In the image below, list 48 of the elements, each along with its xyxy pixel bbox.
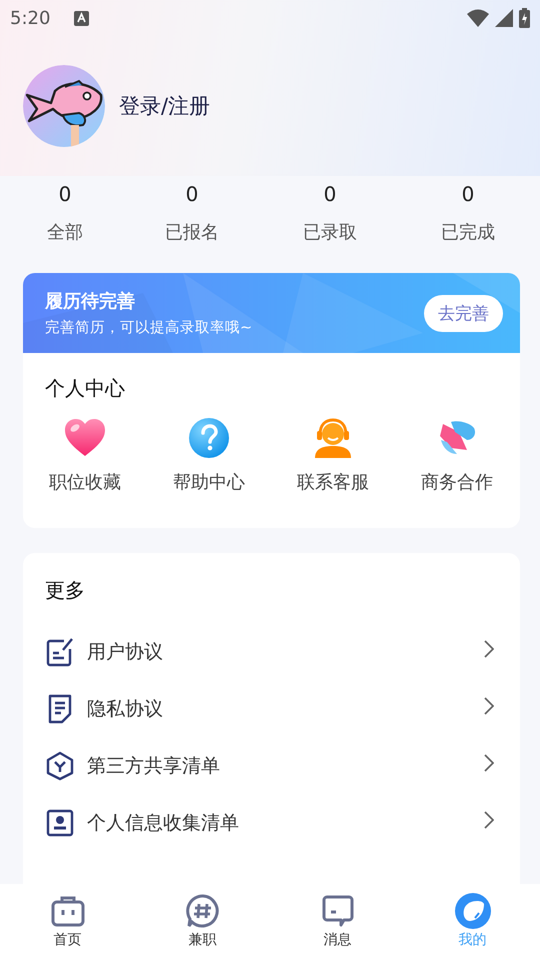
help-icon — [188, 417, 230, 459]
hash-chat-icon — [186, 894, 220, 928]
id-card-icon — [46, 808, 74, 836]
clock: 5:20 — [10, 8, 50, 28]
shortcut-item[interactable]: 商务合作 — [395, 416, 519, 494]
nav-tab[interactable]: 首页 — [18, 884, 118, 960]
hexagon-icon — [46, 750, 74, 780]
menu-row[interactable]: 用户协议 — [23, 623, 520, 680]
menu-row[interactable]: 个人信息收集清单 — [23, 794, 520, 851]
briefcase-icon — [50, 895, 84, 927]
stat-label[interactable]: 已录取 — [303, 220, 357, 244]
handshake-icon — [437, 420, 477, 456]
stat-count[interactable]: 0 — [462, 182, 474, 206]
document-icon — [47, 694, 73, 724]
nav-tab[interactable]: 消息 — [288, 884, 388, 960]
keyboard-icon — [74, 10, 90, 26]
section-title: 更多 — [45, 577, 85, 604]
stat-count[interactable]: 0 — [186, 182, 198, 206]
resume-banner[interactable]: 履历待完善 完善简历，可以提高录取率哦~ 去完善 — [23, 273, 520, 353]
battery-icon — [519, 8, 530, 28]
edit-note-icon — [46, 636, 74, 666]
chevron-right-icon — [484, 754, 494, 772]
message-icon — [322, 895, 354, 927]
login-register-link[interactable]: 登录/注册 — [119, 92, 210, 120]
chevron-right-icon — [484, 811, 494, 829]
shortcut-item[interactable]: 职位收藏 — [23, 416, 147, 494]
fish-avatar-icon — [23, 65, 105, 147]
chevron-right-icon — [484, 697, 494, 715]
section-title: 个人中心 — [45, 375, 125, 402]
wifi-icon — [467, 9, 489, 27]
chevron-right-icon — [484, 640, 494, 658]
banner-title: 履历待完善 — [45, 290, 136, 313]
menu-row[interactable]: 隐私协议 — [23, 680, 520, 737]
heart-icon — [64, 418, 106, 458]
menu-row[interactable]: 第三方共享清单 — [23, 737, 520, 794]
stat-count[interactable]: 0 — [58, 182, 72, 206]
banner-subtitle: 完善简历，可以提高录取率哦~ — [45, 318, 254, 337]
shortcut-item[interactable]: 帮助中心 — [147, 416, 271, 494]
profile-icon — [454, 893, 490, 929]
nav-tab[interactable]: 兼职 — [152, 884, 252, 960]
customer-service-icon — [313, 417, 353, 459]
stat-label[interactable]: 已完成 — [441, 220, 495, 244]
shortcut-item[interactable]: 联系客服 — [271, 416, 395, 494]
stat-label[interactable]: 全部 — [47, 220, 83, 244]
stat-count[interactable]: 0 — [324, 182, 336, 206]
stat-label[interactable]: 已报名 — [165, 220, 219, 244]
signal-icon — [495, 9, 513, 27]
complete-resume-button[interactable]: 去完善 — [424, 294, 503, 332]
